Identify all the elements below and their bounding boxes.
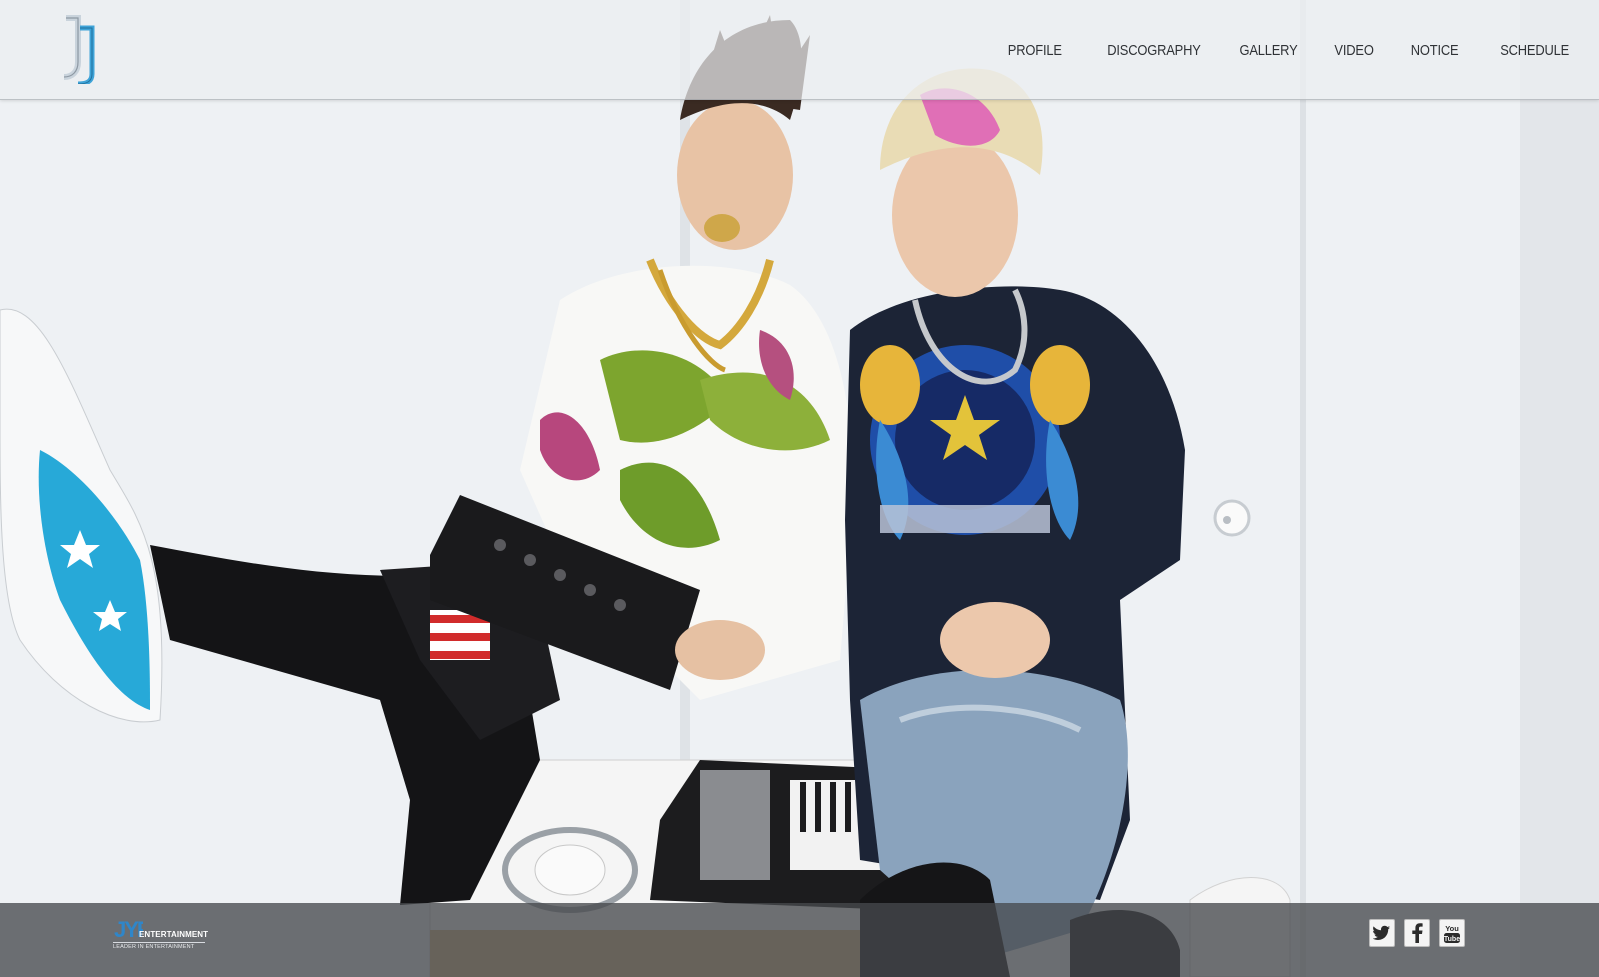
jj-logo[interactable] (58, 14, 102, 87)
jyp-entertainment-name: ENTERTAINMENT (139, 930, 209, 939)
jyp-tagline: LEADER IN ENTERTAINMENT (113, 944, 195, 950)
svg-text:Tube: Tube (1444, 936, 1460, 943)
nav-notice[interactable]: NOTICE (1411, 38, 1459, 63)
social-links: You Tube (1369, 919, 1465, 947)
hero-photo-illustration (0, 0, 1599, 977)
twitter-icon (1373, 925, 1390, 940)
youtube-button[interactable]: You Tube (1439, 919, 1465, 947)
twitter-button[interactable] (1369, 919, 1395, 947)
page: PROFILE DISCOGRAPHY GALLERY VIDEO NOTICE… (0, 0, 1599, 977)
jyp-entertainment-logo[interactable]: JYP ENTERTAINMENT LEADER IN ENTERTAINMEN… (113, 911, 208, 953)
svg-text:You: You (1445, 924, 1459, 933)
nav-discography[interactable]: DISCOGRAPHY (1107, 38, 1201, 63)
jyp-divider (113, 942, 205, 943)
jj-logo-icon (63, 15, 95, 87)
youtube-icon: You Tube (1444, 924, 1460, 943)
main-nav: PROFILE DISCOGRAPHY GALLERY VIDEO NOTICE… (969, 38, 1570, 63)
nav-gallery[interactable]: GALLERY (1240, 38, 1298, 63)
nav-video[interactable]: VIDEO (1334, 38, 1373, 63)
nav-schedule[interactable]: SCHEDULE (1500, 38, 1569, 63)
footer-bar: JYP ENTERTAINMENT LEADER IN ENTERTAINMEN… (0, 903, 1599, 977)
hero-photo (0, 0, 1599, 977)
facebook-button[interactable] (1404, 919, 1430, 947)
facebook-icon (1412, 923, 1423, 943)
top-navigation-bar: PROFILE DISCOGRAPHY GALLERY VIDEO NOTICE… (0, 0, 1599, 100)
nav-profile[interactable]: PROFILE (1008, 38, 1062, 63)
